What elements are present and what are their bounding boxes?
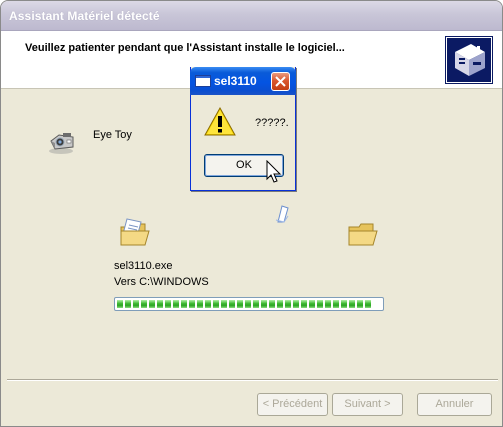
progress-block xyxy=(349,300,355,308)
wizard-heading: Veuillez patienter pendant que l'Assista… xyxy=(25,42,345,54)
warning-icon xyxy=(204,106,236,137)
progress-block xyxy=(181,300,187,308)
flying-document-icon xyxy=(274,202,292,224)
progress-block xyxy=(341,300,347,308)
progress-block xyxy=(205,300,211,308)
source-folder-icon xyxy=(119,217,153,249)
progress-block xyxy=(301,300,307,308)
progress-block xyxy=(149,300,155,308)
copy-file-name: sel3110.exe xyxy=(114,260,173,272)
back-button[interactable]: < Précédent xyxy=(257,393,328,416)
progress-block xyxy=(197,300,203,308)
progress-block xyxy=(237,300,243,308)
progress-block xyxy=(173,300,179,308)
mouse-cursor-icon xyxy=(266,159,282,184)
progress-block xyxy=(229,300,235,308)
copy-progress-bar xyxy=(114,297,384,311)
progress-block xyxy=(157,300,163,308)
progress-block xyxy=(317,300,323,308)
cancel-button[interactable]: Annuler xyxy=(417,393,492,416)
progress-block xyxy=(189,300,195,308)
progress-block xyxy=(325,300,331,308)
progress-block xyxy=(213,300,219,308)
app-window-icon xyxy=(195,75,211,87)
wizard-title: Assistant Matériel détecté xyxy=(9,9,160,23)
progress-block xyxy=(333,300,339,308)
destination-folder-icon xyxy=(347,221,379,249)
message-box-title: sel3110 xyxy=(214,74,257,88)
progress-block xyxy=(285,300,291,308)
progress-block xyxy=(165,300,171,308)
next-button[interactable]: Suivant > xyxy=(332,393,403,416)
progress-fill xyxy=(117,300,371,308)
hardware-wizard-window: Assistant Matériel détecté Veuillez pati… xyxy=(0,0,503,427)
progress-block xyxy=(365,300,371,308)
progress-block xyxy=(245,300,251,308)
progress-block xyxy=(117,300,123,308)
message-box-title-bar[interactable]: sel3110 xyxy=(190,67,296,95)
message-text: ?????. xyxy=(255,117,289,129)
progress-block xyxy=(277,300,283,308)
close-button[interactable] xyxy=(271,72,290,91)
progress-block xyxy=(221,300,227,308)
progress-block xyxy=(141,300,147,308)
progress-block xyxy=(253,300,259,308)
close-icon xyxy=(275,76,286,87)
progress-block xyxy=(269,300,275,308)
progress-block xyxy=(261,300,267,308)
device-name: Eye Toy xyxy=(93,129,132,141)
progress-block xyxy=(293,300,299,308)
wizard-title-bar[interactable]: Assistant Matériel détecté xyxy=(1,1,502,31)
camera-icon xyxy=(47,129,79,155)
progress-block xyxy=(133,300,139,308)
progress-block xyxy=(357,300,363,308)
progress-block xyxy=(309,300,315,308)
hardware-wizard-icon xyxy=(445,36,493,84)
copy-destination: Vers C:\WINDOWS xyxy=(114,276,209,288)
progress-block xyxy=(125,300,131,308)
footer-divider xyxy=(7,379,498,381)
